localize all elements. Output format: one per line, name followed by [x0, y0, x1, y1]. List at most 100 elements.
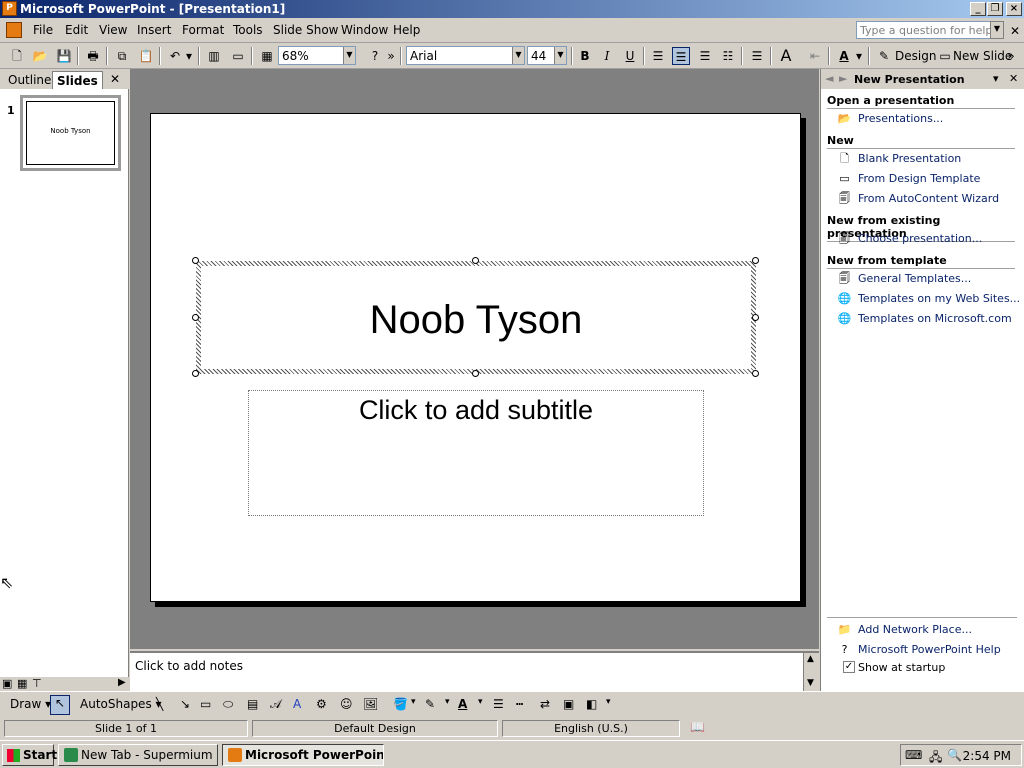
resize-handle[interactable]	[472, 370, 479, 377]
italic-icon[interactable]: I	[598, 47, 616, 65]
line-color-dropdown-icon[interactable]: ▾	[445, 697, 450, 707]
chevron-down-icon[interactable]: ▼	[990, 21, 1004, 39]
show-at-startup-checkbox[interactable]: ✓	[843, 661, 855, 673]
close-button[interactable]: ×	[1006, 2, 1022, 16]
chevron-down-icon[interactable]: ▼	[554, 47, 566, 64]
oval-icon[interactable]: ⬭	[223, 697, 233, 712]
line-color-icon[interactable]: ✎	[425, 697, 435, 711]
chart-icon[interactable]: ▥	[205, 47, 223, 65]
menu-file[interactable]: File	[33, 23, 53, 37]
document-icon[interactable]	[6, 22, 22, 38]
toolbar-options-icon[interactable]: »	[1005, 47, 1017, 65]
zoom-select[interactable]: 68% ▼	[278, 46, 356, 65]
chevron-down-icon[interactable]: ▾	[993, 72, 999, 85]
copy-icon[interactable]: ⧉	[113, 47, 131, 65]
design-button[interactable]: Design	[895, 49, 936, 63]
help-icon[interactable]: ?	[366, 47, 384, 65]
draw-menu-button[interactable]: Draw ▾	[10, 697, 51, 711]
task-supermium[interactable]: New Tab - Supermium	[58, 744, 218, 766]
new-icon[interactable]: 🗋	[8, 47, 26, 65]
draw-font-color-icon[interactable]: A	[458, 697, 467, 711]
resize-handle[interactable]	[192, 370, 199, 377]
resize-handle[interactable]	[192, 257, 199, 264]
arrow-style-icon[interactable]: ⇄	[540, 697, 550, 711]
link-microsoft-templates[interactable]: Templates on Microsoft.com	[858, 312, 1012, 325]
slide-thumbnail[interactable]: Noob Tyson	[20, 95, 121, 171]
arrow-icon[interactable]: ↘	[180, 697, 190, 711]
new-slide-icon[interactable]: ▭	[936, 47, 954, 65]
close-document-icon[interactable]: ✕	[1010, 24, 1020, 38]
tab-slides[interactable]: Slides	[52, 71, 103, 89]
slide-sorter-icon[interactable]: ▦	[17, 677, 27, 690]
save-icon[interactable]: 💾	[55, 47, 73, 65]
link-from-design-template[interactable]: From Design Template	[858, 172, 980, 185]
grid-icon[interactable]: ▦	[258, 47, 276, 65]
back-arrow-icon[interactable]: ◄	[825, 72, 833, 85]
menu-help[interactable]: Help	[393, 23, 420, 37]
scroll-right-icon[interactable]: ▶	[118, 677, 126, 688]
link-powerpoint-help[interactable]: Microsoft PowerPoint Help	[858, 643, 1001, 656]
open-icon[interactable]: 📂	[31, 47, 49, 65]
menu-tools[interactable]: Tools	[233, 23, 263, 37]
table-icon[interactable]: ▭	[229, 47, 247, 65]
bullets-icon[interactable]: ☰	[748, 47, 766, 65]
toolbar-options-icon[interactable]: »	[386, 47, 396, 65]
rectangle-icon[interactable]: ▭	[200, 697, 211, 711]
slide-canvas[interactable]: Noob Tyson Click to add subtitle	[150, 113, 801, 602]
tab-outline[interactable]: Outline	[4, 71, 55, 89]
fill-color-dropdown-icon[interactable]: ▾	[411, 697, 416, 707]
underline-icon[interactable]: U	[621, 47, 639, 65]
justify-icon[interactable]: ☷	[719, 47, 737, 65]
print-icon[interactable]: 🖶	[84, 47, 102, 65]
picture-icon[interactable]: 🖼	[363, 697, 378, 711]
task-powerpoint[interactable]: Microsoft PowerPoint ...	[222, 744, 384, 766]
minimize-button[interactable]: _	[970, 2, 986, 16]
resize-handle[interactable]	[752, 370, 759, 377]
resize-handle[interactable]	[752, 314, 759, 321]
chevron-down-icon[interactable]: ▼	[343, 47, 355, 64]
help-search-input[interactable]: Type a question for help ▼	[856, 21, 1004, 39]
draw-font-color-dropdown-icon[interactable]: ▾	[478, 697, 483, 707]
notes-placeholder[interactable]: Click to add notes	[135, 659, 243, 673]
notes-scrollbar[interactable]: ▲ ▼	[803, 653, 819, 691]
close-task-pane-icon[interactable]: ✕	[1009, 72, 1018, 85]
shadow-icon[interactable]: ▣	[563, 697, 574, 711]
undo-icon[interactable]: ↶	[166, 47, 184, 65]
dash-style-icon[interactable]: ┅	[516, 697, 523, 711]
font-color-dropdown-icon[interactable]: ▾	[854, 47, 864, 65]
link-blank-presentation[interactable]: Blank Presentation	[858, 152, 961, 165]
design-icon[interactable]: ✎	[875, 47, 893, 65]
subtitle-text[interactable]: Click to add subtitle	[249, 395, 703, 426]
undo-dropdown-icon[interactable]: ▾	[184, 47, 194, 65]
line-style-icon[interactable]: ☰	[493, 697, 504, 711]
resize-handle[interactable]	[472, 257, 479, 264]
chevron-down-icon[interactable]: ▼	[512, 47, 524, 64]
increase-font-icon[interactable]: A	[777, 47, 795, 65]
font-color-icon[interactable]: A	[835, 47, 853, 65]
font-size-select[interactable]: 44 ▼	[527, 46, 567, 65]
3d-style-icon[interactable]: ◧	[586, 697, 597, 711]
notes-pane[interactable]: Click to add notes ▲ ▼	[130, 651, 819, 691]
link-web-templates[interactable]: Templates on my Web Sites...	[858, 292, 1020, 305]
search-icon[interactable]: 🔍	[947, 748, 962, 762]
link-add-network-place[interactable]: Add Network Place...	[858, 623, 972, 636]
menu-edit[interactable]: Edit	[65, 23, 88, 37]
align-right-icon[interactable]: ☰	[696, 47, 714, 65]
bold-icon[interactable]: B	[576, 47, 594, 65]
paste-icon[interactable]: 📋	[137, 47, 155, 65]
autoshapes-menu-button[interactable]: AutoShapes ▾	[80, 697, 162, 711]
align-center-icon[interactable]: ☰	[672, 47, 690, 65]
network-icon[interactable]: 🖧	[929, 748, 942, 768]
menu-slide-show[interactable]: Slide Show	[273, 23, 338, 37]
text-box-icon[interactable]: ▤	[247, 697, 258, 711]
subtitle-placeholder[interactable]: Click to add subtitle	[248, 390, 704, 516]
close-pane-icon[interactable]: ✕	[110, 72, 120, 86]
link-autocontent-wizard[interactable]: From AutoContent Wizard	[858, 192, 999, 205]
link-choose-presentation[interactable]: Choose presentation...	[858, 232, 982, 245]
menu-view[interactable]: View	[99, 23, 127, 37]
org-chart-icon[interactable]: ⚙	[316, 697, 327, 711]
menu-format[interactable]: Format	[182, 23, 224, 37]
menu-insert[interactable]: Insert	[137, 23, 171, 37]
normal-view-icon[interactable]: ▣	[2, 677, 12, 690]
line-icon[interactable]: ╲	[156, 697, 163, 711]
